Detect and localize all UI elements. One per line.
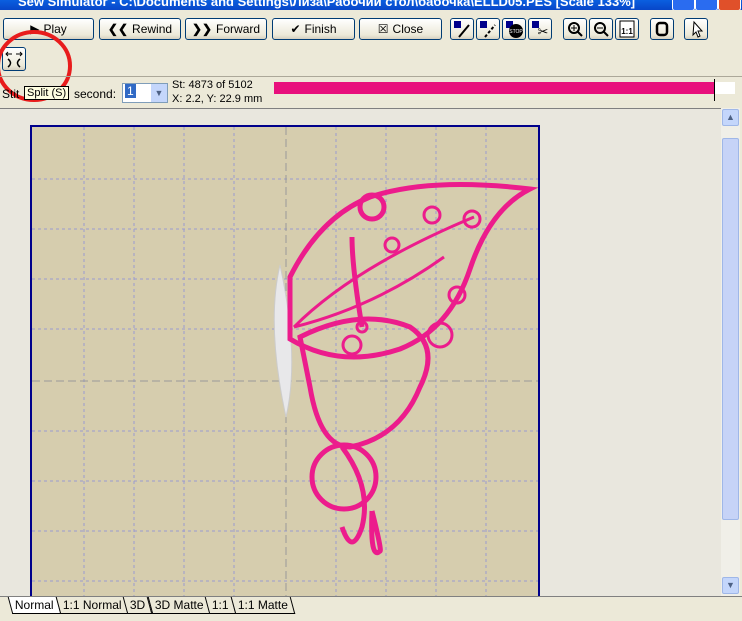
split-button[interactable] bbox=[2, 47, 26, 71]
window-title: Sew Simulator - C:\Documents and Setting… bbox=[18, 0, 636, 9]
title-bar: Sew Simulator - C:\Documents and Setting… bbox=[0, 0, 742, 10]
trim-stitch-button[interactable] bbox=[476, 18, 500, 40]
forward-button[interactable]: ❯❯ Forward bbox=[185, 18, 267, 40]
close-button[interactable]: ☒ Close bbox=[359, 18, 442, 40]
play-icon: ▶ bbox=[30, 22, 40, 36]
scroll-down-icon[interactable]: ▼ bbox=[722, 577, 739, 594]
butterfly-embroidery bbox=[32, 127, 539, 597]
speed-select[interactable]: 1 ▼ bbox=[122, 83, 168, 103]
speed-label-prefix: Stit bbox=[2, 87, 20, 101]
play-button[interactable]: ▶ Play bbox=[3, 18, 94, 40]
speed-label: second: bbox=[74, 87, 117, 101]
design-area bbox=[30, 125, 540, 597]
scissors-icon: ✂ bbox=[532, 21, 549, 38]
scroll-thumb[interactable] bbox=[722, 138, 739, 520]
coordinates: X: 2.2, Y: 22.9 mm bbox=[172, 93, 263, 105]
minimize-button[interactable] bbox=[695, 0, 718, 10]
progress-thumb[interactable] bbox=[714, 79, 716, 101]
close-icon: ☒ bbox=[377, 22, 389, 36]
svg-text:✂: ✂ bbox=[538, 24, 549, 38]
jump-stitch-icon bbox=[454, 21, 470, 38]
progress-slider[interactable] bbox=[274, 82, 735, 94]
zoom-out-icon bbox=[594, 22, 609, 37]
stop-icon: STOP bbox=[506, 21, 523, 38]
actual-size-button[interactable]: 1:1 bbox=[615, 18, 639, 40]
split-icon bbox=[5, 51, 23, 68]
tooltip: Split (S) bbox=[24, 86, 70, 100]
stop-button[interactable]: STOP bbox=[502, 18, 526, 40]
view-tabs: Normal 1:1 Normal 3D 3D Matte 1:1 1:1 Matte bbox=[0, 596, 742, 621]
fit-button[interactable] bbox=[650, 18, 674, 40]
tab-normal[interactable]: Normal bbox=[7, 597, 61, 614]
rewind-icon: ❮❮ bbox=[107, 22, 129, 36]
finish-button[interactable]: ✔ Finish bbox=[272, 18, 355, 40]
zoom-in-icon bbox=[568, 22, 583, 37]
svg-text:1:1: 1:1 bbox=[621, 27, 633, 36]
actual-size-icon: 1:1 bbox=[619, 20, 635, 38]
close-window-button[interactable] bbox=[718, 0, 741, 10]
tab-1-1-matte[interactable]: 1:1 Matte bbox=[230, 597, 296, 614]
canvas-view[interactable] bbox=[0, 108, 721, 597]
jump-stitch-button[interactable] bbox=[450, 18, 474, 40]
vertical-scrollbar[interactable]: ▲ ▼ bbox=[721, 108, 740, 596]
tab-3d-matte[interactable]: 3D Matte bbox=[147, 597, 211, 614]
pointer-icon bbox=[692, 20, 704, 38]
tab-1-1-normal[interactable]: 1:1 Normal bbox=[55, 597, 129, 614]
scissors-button[interactable]: ✂ bbox=[528, 18, 552, 40]
scroll-up-icon[interactable]: ▲ bbox=[722, 109, 739, 126]
zoom-in-button[interactable] bbox=[563, 18, 587, 40]
stitch-count: St: 4873 of 5102 bbox=[172, 79, 253, 91]
help-button[interactable] bbox=[672, 0, 695, 10]
check-icon: ✔ bbox=[290, 22, 301, 36]
forward-icon: ❯❯ bbox=[191, 22, 213, 36]
trim-stitch-icon bbox=[480, 21, 496, 38]
rewind-button[interactable]: ❮❮ Rewind bbox=[99, 18, 181, 40]
svg-text:STOP: STOP bbox=[509, 29, 523, 35]
fit-icon bbox=[655, 21, 669, 37]
chevron-down-icon[interactable]: ▼ bbox=[151, 84, 167, 102]
pointer-button[interactable] bbox=[684, 18, 708, 40]
status-bar: Stit Split (S) second: 1 ▼ St: 4873 of 5… bbox=[0, 76, 742, 107]
zoom-out-button[interactable] bbox=[589, 18, 613, 40]
progress-fill bbox=[274, 82, 715, 94]
